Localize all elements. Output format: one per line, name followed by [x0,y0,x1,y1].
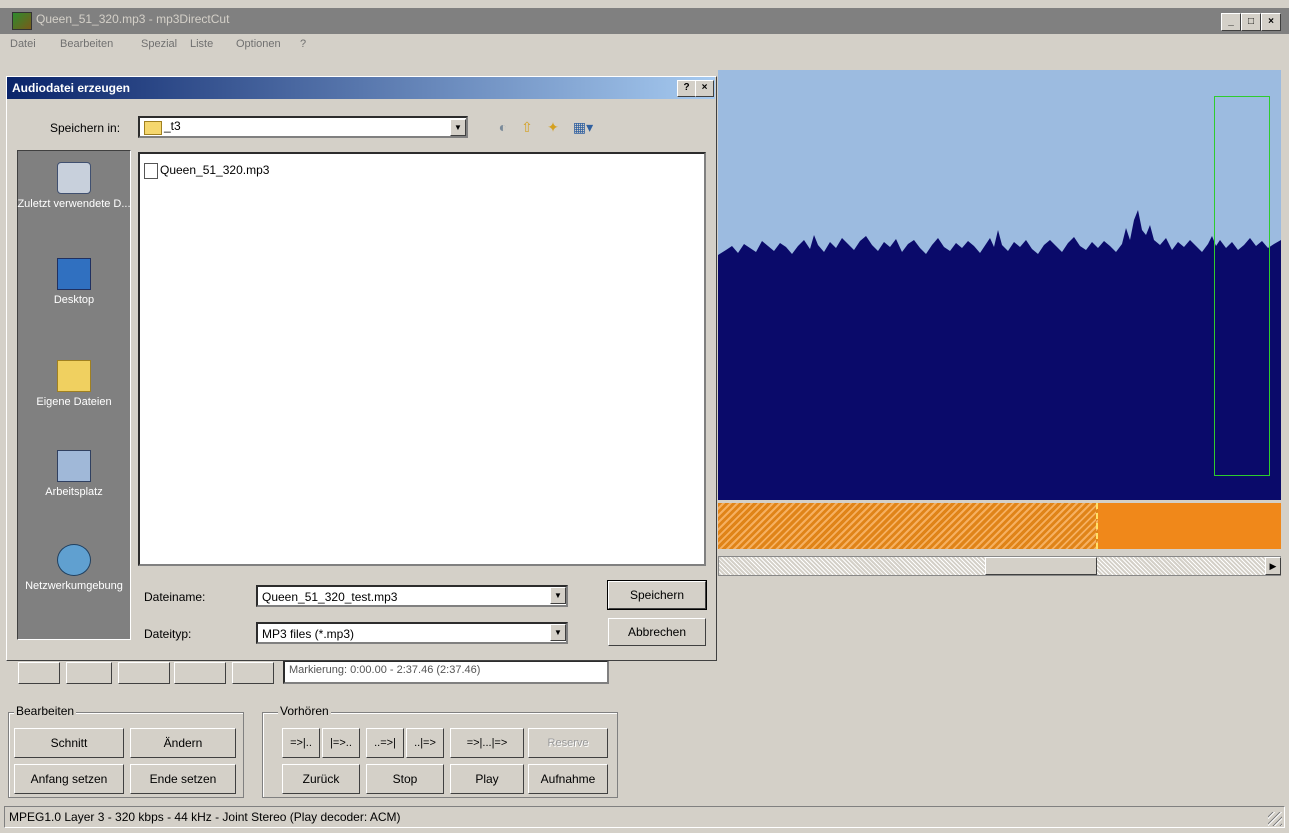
menu-spezial[interactable]: Spezial [141,38,177,50]
selection-marker[interactable] [1214,96,1270,476]
set-start-button[interactable]: Anfang setzen [14,764,124,794]
save-in-value: _t3 [164,119,181,133]
back-button[interactable]: Zurück [282,764,360,794]
save-in-dropdown[interactable] [138,116,468,138]
chevron-down-icon[interactable]: ▼ [450,119,466,136]
network-icon [57,544,91,576]
app-icon [12,12,32,30]
record-button[interactable]: Aufnahme [528,764,608,794]
filename-input[interactable]: Queen_51_320_test.mp3 [256,585,568,607]
waveform-graph [718,210,1281,500]
filetype-dropdown[interactable]: MP3 files (*.mp3) [256,622,568,644]
preview-start-button[interactable]: =>|.. [282,728,320,758]
scroll-right-arrow-icon[interactable]: ▶ [1265,557,1281,575]
marker-button-1[interactable] [18,662,60,684]
preview-cut-button[interactable]: =>|...|=> [450,728,524,758]
preview-end-button[interactable]: ..=>| [366,728,404,758]
view-menu-icon[interactable]: ▦▾ [570,118,596,136]
resize-grip-icon[interactable] [1268,812,1282,826]
play-button[interactable]: Play [450,764,524,794]
file-item[interactable]: Queen_51_320.mp3 [160,163,269,177]
place-network-label: Netzwerkumgebung [25,580,123,592]
save-button[interactable]: Speichern [607,580,707,610]
minimize-button[interactable]: _ [1221,13,1241,31]
place-desktop[interactable]: Desktop [17,258,131,307]
window-title: Queen_51_320.mp3 - mp3DirectCut [36,12,230,26]
waveform-display[interactable] [718,70,1281,500]
dialog-help-button[interactable]: ? [677,80,696,97]
my-documents-icon [57,360,91,392]
place-my-computer[interactable]: Arbeitsplatz [17,450,131,499]
marker-button-4[interactable] [174,662,226,684]
recent-documents-icon [57,162,91,194]
place-my-documents-label: Eigene Dateien [36,396,112,408]
stop-button[interactable]: Stop [366,764,444,794]
bearbeiten-label: Bearbeiten [14,704,77,718]
marked-range[interactable] [718,503,1098,549]
dialog-close-button[interactable]: × [695,80,714,97]
cut-button[interactable]: Schnitt [14,728,124,758]
preview-end-from-button[interactable]: ..|=> [406,728,444,758]
scrollbar-thumb[interactable] [985,557,1097,575]
reserve-button[interactable]: Reserve [528,728,608,758]
place-my-documents[interactable]: Eigene Dateien [17,360,131,409]
file-list[interactable] [138,152,706,566]
set-end-button[interactable]: Ende setzen [130,764,236,794]
place-recent[interactable]: Zuletzt verwendete D... [17,162,131,211]
filetype-chevron-down-icon[interactable]: ▼ [550,624,566,641]
mp3-file-icon [144,163,158,179]
my-computer-icon [57,450,91,482]
close-button[interactable]: × [1261,13,1281,31]
filename-chevron-down-icon[interactable]: ▼ [550,587,566,604]
marker-button-2[interactable] [66,662,112,684]
save-in-label: Speichern in: [50,121,121,135]
menu-datei[interactable]: Datei [10,38,36,50]
place-my-computer-label: Arbeitsplatz [45,486,103,498]
desktop-icon [57,258,91,290]
place-network[interactable]: Netzwerkumgebung [17,544,131,593]
place-desktop-label: Desktop [53,294,95,306]
change-button[interactable]: Ändern [130,728,236,758]
new-folder-icon[interactable]: ✦ [544,118,562,136]
vorhoeren-label: Vorhören [278,704,331,718]
place-recent-label: Zuletzt verwendete D... [17,198,131,210]
filename-label: Dateiname: [144,590,206,604]
menu-help[interactable]: ? [300,38,306,50]
marker-range-field: Markierung: 0:00.00 - 2:37.46 (2:37.46) [283,660,609,684]
menu-liste[interactable]: Liste [190,38,213,50]
status-bar: MPEG1.0 Layer 3 - 320 kbps - 44 kHz - Jo… [4,806,1285,828]
menu-optionen[interactable]: Optionen [236,38,281,50]
cancel-button[interactable]: Abbrechen [608,618,706,646]
marker-button-3[interactable] [118,662,170,684]
maximize-button[interactable]: □ [1241,13,1261,31]
preview-start-from-button[interactable]: |=>.. [322,728,360,758]
filetype-label: Dateityp: [144,627,192,641]
up-folder-icon[interactable]: ⇧ [518,118,536,136]
menu-bearbeiten[interactable]: Bearbeiten [60,38,113,50]
back-nav-icon[interactable]: ◐ [494,118,512,136]
dialog-title: Audiodatei erzeugen [12,81,131,95]
marker-button-5[interactable] [232,662,274,684]
folder-icon [144,121,162,135]
